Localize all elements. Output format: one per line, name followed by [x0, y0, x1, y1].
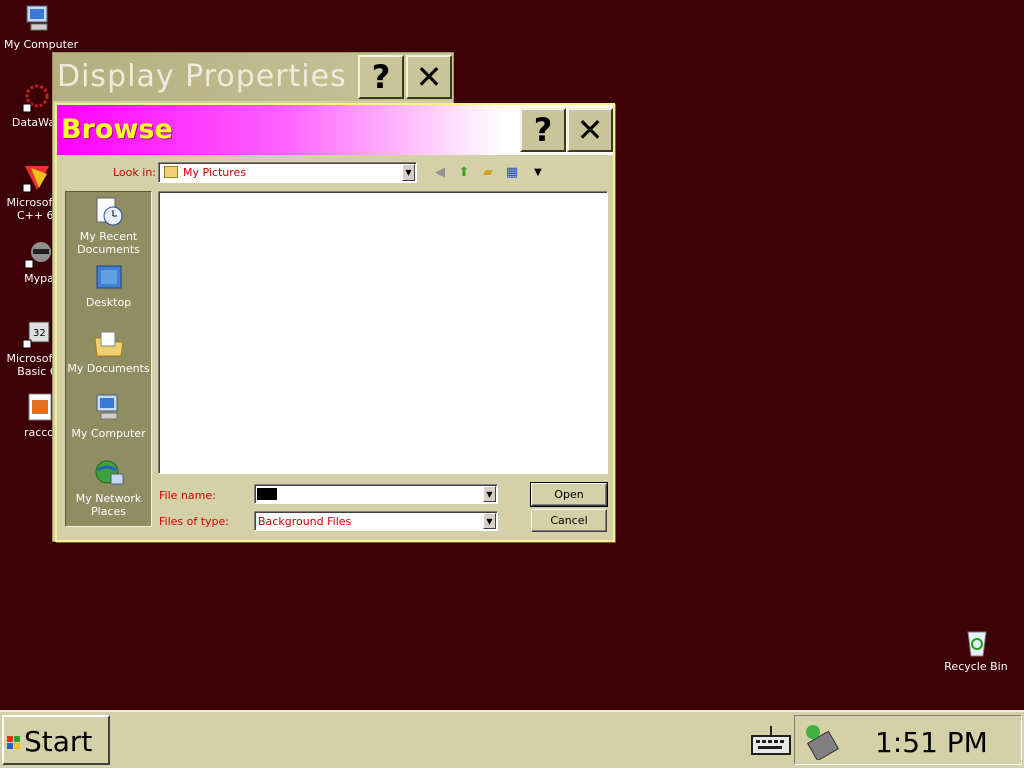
places-item-desktop[interactable]: Desktop — [66, 262, 151, 309]
up-folder-icon[interactable]: ⬆ — [455, 165, 473, 181]
visual-cpp-icon — [21, 162, 53, 194]
view-menu-icon[interactable]: ▦ — [503, 165, 521, 181]
text-cursor-selection — [257, 488, 277, 500]
help-button[interactable]: ? — [358, 55, 404, 99]
cancel-button[interactable]: Cancel — [531, 509, 607, 532]
help-icon: ? — [371, 58, 391, 96]
computer-icon — [93, 393, 125, 425]
system-tray: 1:51 PM — [794, 715, 1022, 765]
places-bar: My Recent Documents Desktop My Documents… — [65, 191, 152, 527]
desktop-icon — [93, 262, 125, 294]
look-in-value: My Pictures — [183, 166, 247, 179]
open-button-label: Open — [554, 488, 584, 501]
browse-titlebar[interactable]: Browse ? ✕ — [57, 105, 613, 155]
svg-text:32: 32 — [33, 328, 46, 339]
dialog-title: Browse — [61, 114, 173, 145]
network-places-icon — [93, 458, 125, 490]
file-list[interactable] — [158, 191, 608, 474]
places-label: My Network Places — [75, 492, 142, 518]
places-item-my-documents[interactable]: My Documents — [66, 328, 151, 375]
display-properties-titlebar[interactable]: Display Properties ? ✕ — [53, 53, 453, 101]
taskbar: Start 1:51 PM — [0, 710, 1024, 768]
help-button[interactable]: ? — [520, 108, 566, 152]
start-button[interactable]: Start — [2, 715, 110, 765]
window-title: Display Properties — [57, 59, 347, 94]
recycle-bin-icon — [960, 626, 992, 658]
desktop-icon-label: My Computer — [4, 38, 79, 51]
chevron-down-icon[interactable]: ▼ — [483, 513, 496, 529]
raccoon-icon — [23, 238, 55, 270]
file-name-input[interactable]: ▼ — [254, 484, 498, 504]
keyboard-icon[interactable] — [750, 724, 792, 756]
network-connection-icon[interactable] — [801, 722, 841, 762]
browse-dialog[interactable]: Browse ? ✕ Look in: My Pictures ▼ ◀ ⬆ ▰ … — [55, 103, 615, 542]
places-item-my-computer[interactable]: My Computer — [66, 393, 151, 440]
image-file-icon — [23, 392, 55, 424]
computer-icon — [23, 4, 55, 36]
look-in-label: Look in: — [113, 166, 156, 179]
file-type-select[interactable]: Background Files ▼ — [254, 511, 498, 531]
back-icon[interactable]: ◀ — [431, 165, 449, 181]
close-button[interactable]: ✕ — [406, 55, 452, 99]
recent-documents-icon — [93, 196, 125, 228]
places-label: Desktop — [85, 296, 132, 309]
help-icon: ? — [533, 111, 553, 149]
places-label: My Computer — [71, 427, 146, 440]
chevron-down-icon[interactable]: ▼ — [483, 486, 496, 502]
clock[interactable]: 1:51 PM — [875, 726, 988, 759]
datawag-icon — [21, 82, 53, 114]
windows-logo-icon — [7, 735, 21, 749]
file-name-label: File name: — [159, 489, 216, 502]
places-label: My Documents — [67, 362, 150, 375]
visual-basic-icon: 32 — [21, 318, 53, 350]
folder-pictures-icon — [164, 166, 178, 178]
desktop-icon-label: Recycle Bin — [944, 660, 1008, 673]
file-type-value: Background Files — [258, 515, 352, 528]
desktop-icon-recycle-bin[interactable]: Recycle Bin — [940, 626, 1012, 673]
file-type-label: Files of type: — [159, 515, 230, 528]
new-folder-icon[interactable]: ▰ — [479, 165, 497, 181]
places-label: My Recent Documents — [77, 230, 140, 256]
places-item-network[interactable]: My Network Places — [66, 458, 151, 518]
desktop-icon-my-computer[interactable]: My Computer — [4, 4, 79, 51]
start-label: Start — [24, 725, 93, 758]
close-icon: ✕ — [415, 58, 443, 96]
dropdown-arrow-icon[interactable]: ▼ — [529, 165, 547, 181]
chevron-down-icon[interactable]: ▼ — [402, 164, 415, 181]
open-button[interactable]: Open — [530, 482, 608, 507]
close-button[interactable]: ✕ — [567, 108, 613, 152]
look-in-select[interactable]: My Pictures ▼ — [158, 162, 417, 183]
cancel-button-label: Cancel — [550, 514, 588, 527]
my-documents-icon — [93, 328, 125, 360]
places-item-recent[interactable]: My Recent Documents — [66, 196, 151, 256]
close-icon: ✕ — [576, 111, 604, 149]
